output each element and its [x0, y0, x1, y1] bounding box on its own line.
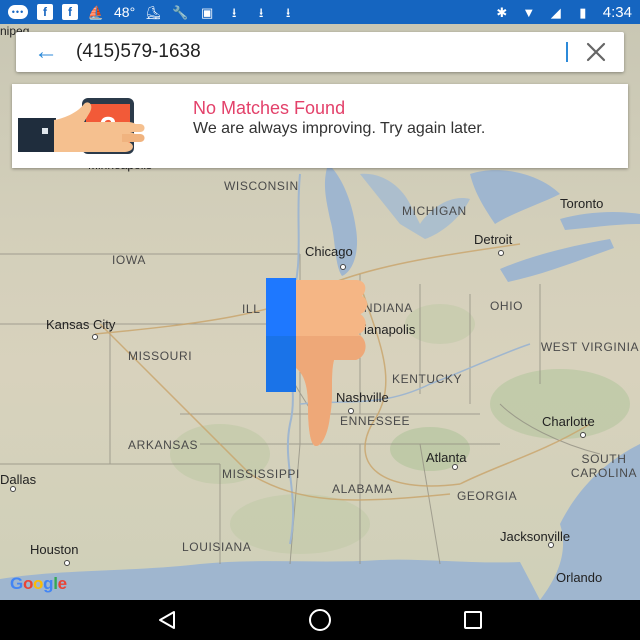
map-marker-charlotte: [580, 432, 586, 438]
map-city-atlanta: Atlanta: [426, 450, 467, 465]
circle-home-icon: [308, 609, 331, 631]
map-label-south-carolina: SOUTH CAROLINA: [570, 452, 638, 480]
map-city-houston: Houston: [30, 542, 79, 557]
temperature-text: 48°: [114, 4, 136, 20]
triangle-back-icon: [158, 611, 175, 629]
map-label-ohio: OHIO: [490, 299, 524, 313]
shoe-icon: ⛸: [144, 4, 162, 20]
map-label-alabama: ALABAMA: [332, 482, 393, 496]
map-marker-atlanta: [452, 464, 458, 470]
bluetooth-icon: ✱: [496, 4, 508, 20]
map-city-orlando: Orlando: [556, 570, 603, 585]
clear-button[interactable]: [568, 32, 624, 72]
map-label-arkansas: ARKANSAS: [128, 438, 199, 452]
facebook-icon: f: [37, 4, 53, 20]
map-marker-dallas: [10, 486, 16, 492]
search-bar: ← (415)579-1638: [16, 32, 624, 72]
no-matches-card: ? No Matches Found We are always improvi…: [12, 84, 628, 168]
google-logo: Google: [10, 574, 67, 593]
map-label-louisiana: LOUISIANA: [182, 540, 252, 554]
map-city-charlotte: Charlotte: [542, 414, 595, 429]
facebook-icon-2: f: [62, 4, 78, 20]
map-city-toronto: Toronto: [560, 196, 604, 211]
status-bar: ••• f f ⛵ 48° ⛸ 🔧 ▣ ⭳ ⭳ ⭳ ✱ ▼ ◢ ▮ 4:34: [0, 0, 640, 24]
sailboat-icon: ⛵: [87, 4, 105, 20]
map-city-detroit: Detroit: [474, 232, 513, 247]
battery-icon: ▮: [579, 4, 587, 20]
map-city-dallas: Dallas: [0, 472, 37, 487]
map-label-michigan: MICHIGAN: [402, 204, 467, 218]
no-matches-title: No Matches Found: [193, 98, 346, 118]
nav-recents-button[interactable]: [453, 600, 493, 640]
navigation-bar: [0, 600, 640, 640]
wrench-icon: 🔧: [172, 4, 189, 20]
map-city-kansas-city: Kansas City: [46, 317, 116, 332]
map-city-chicago: Chicago: [305, 244, 353, 259]
map-marker-houston: [64, 560, 70, 566]
map-city-jacksonville: Jacksonville: [500, 529, 571, 544]
map-label-mississippi: MISSISSIPPI: [222, 467, 300, 481]
wifi-icon: ▼: [522, 4, 536, 20]
download-icon-2: ⭳: [258, 4, 264, 20]
map-label-west-virginia: WEST VIRGINIA: [540, 340, 640, 354]
arrow-back-icon: ←: [34, 38, 58, 65]
signal-icon: ◢: [550, 4, 561, 20]
clock-time: 4:34: [602, 3, 632, 21]
close-icon: [586, 42, 606, 62]
nav-back-button[interactable]: [147, 600, 187, 640]
messages-icon: •••: [8, 5, 28, 19]
card-icon: ▣: [201, 4, 214, 20]
search-input[interactable]: (415)579-1638: [76, 41, 565, 63]
map-label-kentucky: KENTUCKY: [392, 372, 463, 386]
map-label-iowa: IOWA: [112, 253, 146, 267]
nav-home-button[interactable]: [300, 600, 340, 640]
thumbs-down-icon: [266, 278, 368, 446]
map-marker-detroit: [498, 250, 504, 256]
map-marker-chicago: [340, 264, 346, 270]
download-icon-3: ⭳: [285, 4, 291, 20]
search-field[interactable]: (415)579-1638: [76, 41, 568, 63]
back-button[interactable]: ←: [16, 32, 76, 72]
square-recents-icon: [464, 611, 483, 629]
no-matches-message: We are always improving. Try again later…: [193, 120, 486, 137]
map-marker-kansas-city: [92, 334, 98, 340]
map-marker-jacksonville: [548, 542, 554, 548]
download-icon: ⭳: [231, 4, 237, 20]
map-label-georgia: GEORGIA: [457, 489, 518, 503]
map-label-illinois: ILL: [242, 302, 261, 316]
map-label-missouri: MISSOURI: [128, 349, 193, 363]
phone-question-icon: ?: [18, 98, 145, 154]
map-label-wisconsin: WISCONSIN: [224, 179, 299, 193]
